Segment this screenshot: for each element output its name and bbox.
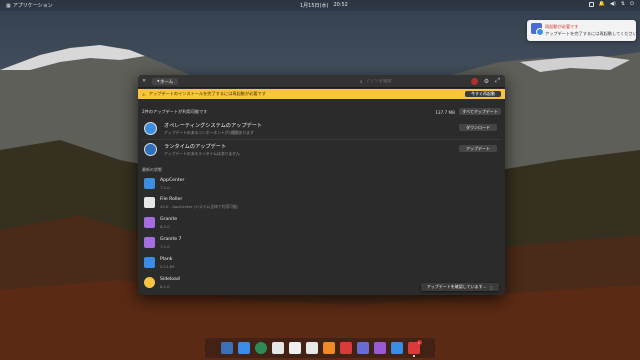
updates-count-label: 2件のアップデートが利用可能です (142, 109, 208, 114)
search-input[interactable] (365, 79, 466, 84)
up-to-date-header: 最新の状態 (142, 167, 162, 172)
notifications-indicator-icon[interactable]: 🔔 (599, 1, 605, 7)
appcenter-dock-icon[interactable]: 1 (407, 340, 422, 357)
checking-label: アップデートを確認しています… (426, 284, 487, 289)
app-row-file-roller[interactable]: File Roller 43.0 - AppCenter (システム全体で利用可… (142, 195, 342, 214)
updates-badge-icon[interactable] (470, 77, 478, 85)
spinner-icon: ◌ (489, 284, 494, 290)
app-row-granite[interactable]: Granite 6.2.0 (142, 215, 342, 234)
fullscreen-icon[interactable]: ⤢ (495, 77, 500, 85)
restart-now-button[interactable]: 今すぐ再起動 (465, 91, 501, 97)
files-icon[interactable] (237, 342, 250, 354)
tasks-icon[interactable] (288, 342, 301, 354)
multitasking-icon[interactable] (220, 342, 233, 354)
download-button[interactable]: ダウンロード (459, 124, 497, 131)
applications-icon: ▦ (6, 2, 11, 9)
app-version: 7.1.0 (160, 185, 170, 190)
videos-icon[interactable] (339, 342, 352, 354)
app-name: Sideload (160, 277, 180, 282)
sound-indicator-icon[interactable]: ◀) (610, 1, 616, 7)
photos-icon[interactable] (356, 342, 369, 354)
search-icon: ⌕ (360, 79, 363, 85)
update-item-desc: アップデートのあるコンポーネントが2種類あります (164, 130, 254, 135)
web-browser-icon[interactable] (254, 342, 267, 354)
settings-menu-icon[interactable]: ⚙ (484, 78, 489, 85)
time-label: 20:52 (333, 2, 348, 8)
file-roller-icon (144, 197, 155, 208)
back-button[interactable]: ◂ ホーム (152, 78, 178, 85)
window-header: ✕ ◂ ホーム ⌕ ⚙ ⤢ (138, 75, 505, 88)
app-row-appcenter[interactable]: AppCenter 7.1.0 (142, 176, 342, 195)
app-row-sideload[interactable]: Sideload 6.1.0 (142, 275, 342, 294)
app-name: File Roller (160, 197, 183, 202)
mail-icon[interactable] (271, 342, 284, 354)
system-update-icon (531, 23, 544, 36)
keyboard-indicator-icon[interactable] (588, 1, 594, 7)
running-indicator (412, 355, 415, 357)
granite-7-icon (144, 237, 155, 248)
app-name: Plank (160, 257, 173, 262)
runtime-update-icon (144, 143, 157, 156)
app-version: 7.1.0 (160, 244, 170, 249)
music-icon[interactable] (322, 342, 335, 354)
applications-label: アプリケーション (12, 3, 53, 9)
banner-text: アップデートのインストールを完了するには再起動が必要です (148, 91, 266, 96)
close-icon[interactable]: ✕ (142, 78, 146, 84)
notification-body: アップデートを完了するには再起動してください (545, 31, 637, 36)
warning-icon: ⚠ (142, 91, 146, 97)
date-label: 1月15日(水) (300, 3, 329, 9)
notification-title: 再起動が必要です (545, 24, 579, 29)
dock-badge: 1 (416, 340, 422, 345)
calendar-icon[interactable] (305, 342, 318, 354)
system-indicators: 🔔 ◀) ⇅ ⏻ (588, 1, 634, 7)
restart-notification[interactable]: 再起動が必要です アップデートを完了するには再起動してください (527, 20, 637, 41)
granite-icon (144, 217, 155, 228)
appcenter-window: ✕ ◂ ホーム ⌕ ⚙ ⤢ ⚠ アップデートのインストールを完了するには再起動が… (138, 75, 505, 295)
app-name: Granite 7 (160, 237, 182, 242)
datetime-indicator[interactable]: 1月15日(水) 20:52 (300, 2, 348, 9)
update-item-desc: アップデートのあるランタイムはありません (164, 151, 240, 156)
app-version: 43.0 - AppCenter (システム全体で利用可能) (160, 204, 239, 209)
updates-section-header: 2件のアップデートが利用可能です 137.7 MB すべてアップデート (142, 108, 501, 116)
plank-icon (144, 257, 155, 268)
app-name: AppCenter (160, 178, 185, 183)
download-size-label: 137.7 MB (435, 109, 455, 115)
update-item-runtime: ランタイムのアップデート アップデートのあるランタイムはありません アップデート (142, 141, 501, 159)
update-all-button[interactable]: すべてアップデート (459, 108, 501, 115)
settings-icon[interactable] (390, 342, 403, 354)
restart-banner: ⚠ アップデートのインストールを完了するには再起動が必要です 今すぐ再起動 (138, 89, 505, 99)
sideload-icon (144, 277, 155, 288)
app-version: 6.1.0 (160, 284, 170, 289)
applications-menu[interactable]: ▦ アプリケーション (6, 2, 53, 10)
update-item-name: ランタイムのアップデート (164, 144, 227, 150)
runtime-update-button[interactable]: アップデート (459, 145, 497, 152)
appcenter-icon (144, 178, 155, 189)
app-version: 0.11.89 (160, 264, 175, 269)
checking-updates-toast: アップデートを確認しています… ◌ (421, 283, 499, 291)
camera-icon[interactable] (373, 342, 386, 354)
row-divider (142, 139, 501, 140)
back-arrow-icon: ◂ (156, 79, 160, 84)
app-version: 6.2.0 (160, 224, 170, 229)
app-row-granite-7[interactable]: Granite 7 7.1.0 (142, 235, 342, 254)
top-panel: ▦ アプリケーション 1月15日(水) 20:52 🔔 ◀) ⇅ ⏻ (0, 0, 640, 11)
app-row-plank[interactable]: Plank 0.11.89 (142, 255, 342, 274)
os-update-icon (144, 122, 157, 135)
app-name: Granite (160, 217, 178, 222)
header-icons: ⚙ ⤢ (470, 77, 500, 85)
update-item-name: オペレーティングシステムのアップデート (164, 123, 263, 129)
network-indicator-icon[interactable]: ⇅ (621, 1, 625, 7)
update-item-os: オペレーティングシステムのアップデート アップデートのあるコンポーネントが2種類… (142, 120, 501, 138)
power-indicator-icon[interactable]: ⏻ (630, 1, 634, 7)
dock: 1 (205, 338, 435, 358)
back-label: ホーム (160, 79, 174, 85)
